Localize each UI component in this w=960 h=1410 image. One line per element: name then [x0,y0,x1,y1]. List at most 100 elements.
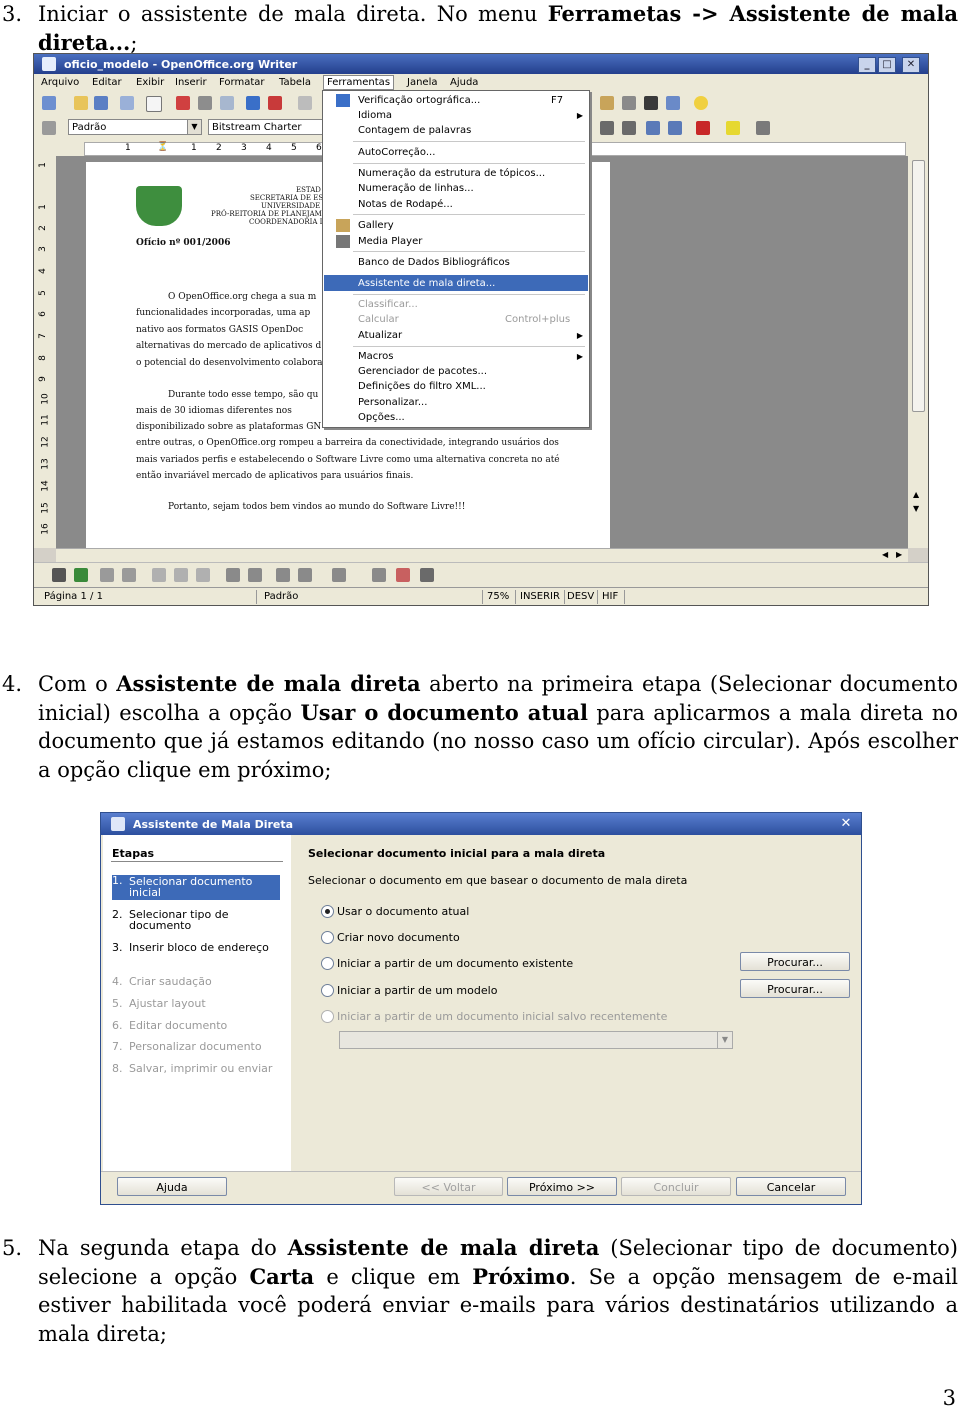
text-frame-icon[interactable] [174,568,188,582]
print-icon[interactable] [198,96,212,110]
grid-icon[interactable] [372,568,386,582]
menu-item-update[interactable]: Atualizar [358,330,402,341]
wizard-step-5[interactable]: 5. Ajustar layout [112,998,280,1009]
status-hyperlink-mode[interactable]: HIF [602,591,618,602]
styles-icon[interactable] [42,121,56,135]
radio-start-from-template[interactable] [321,984,334,997]
menu-ajuda[interactable]: Ajuda [450,77,478,88]
background-color-icon[interactable] [756,121,770,135]
radio-start-from-existing[interactable] [321,957,334,970]
maximize-icon[interactable]: □ [878,57,896,73]
minimize-icon[interactable]: _ [858,57,876,73]
wizard-step-7[interactable]: 7. Personalizar documento [112,1041,280,1052]
menu-item-line-numbering[interactable]: Numeração de linhas... [358,183,474,194]
scroll-thumb[interactable] [912,160,925,412]
menu-item-idioma[interactable]: Idioma [358,110,392,121]
pilcrow-icon[interactable] [644,96,658,110]
help-button[interactable]: Ajuda [117,1177,227,1196]
chevron-down-icon[interactable]: ▼ [717,1032,732,1048]
menu-formatar[interactable]: Formatar [219,77,264,88]
scroll-up-icon[interactable]: ▲ [913,490,919,499]
browse-template-button[interactable]: Procurar... [740,979,850,998]
radio-use-current-document[interactable] [321,905,334,918]
cut-icon[interactable] [298,96,312,110]
tab-stop-icon[interactable]: ⏳ [157,142,168,152]
browse-existing-button[interactable]: Procurar... [740,952,850,971]
decrease-indent-icon[interactable] [646,121,660,135]
fontwork-icon[interactable] [226,568,240,582]
preview-icon[interactable] [220,96,234,110]
ellipse-icon[interactable] [122,568,136,582]
bullets-icon[interactable] [622,121,636,135]
menu-item-footnotes[interactable]: Notas de Rodapé... [358,199,453,210]
menu-item-media-player[interactable]: Media Player [358,236,422,247]
menu-item-spellcheck[interactable]: Verificação ortográfica... [358,95,480,106]
menu-item-macros[interactable]: Macros [358,351,393,362]
menu-item-mail-merge-wizard[interactable]: Assistente de mala direta... [358,278,495,289]
radio-start-from-recent[interactable] [321,1010,334,1023]
autospell-icon[interactable] [268,96,282,110]
wrap-icon[interactable] [332,568,346,582]
recent-documents-combo[interactable]: ▼ [339,1031,733,1049]
rectangle-icon[interactable] [100,568,114,582]
gallery-icon[interactable] [600,96,614,110]
select-arrow-icon[interactable] [52,568,66,582]
pdf-icon[interactable] [176,96,190,110]
increase-indent-icon[interactable] [668,121,682,135]
wizard-step-1[interactable]: 1. Selecionar documento inicial [112,875,280,900]
font-name-combo[interactable]: Bitstream Charter [208,119,324,135]
option-label[interactable]: Iniciar a partir de um documento existen… [337,957,573,970]
close-icon[interactable]: ✕ [839,817,853,830]
datasource-icon[interactable] [622,96,636,110]
wizard-step-4[interactable]: 4. Criar saudação [112,976,280,987]
cancel-button[interactable]: Cancelar [736,1177,846,1196]
position-icon[interactable] [276,568,290,582]
menu-item-calculate[interactable]: Calcular [358,314,399,325]
scroll-down-icon[interactable]: ▼ [913,504,919,513]
wizard-step-3[interactable]: 3. Inserir bloco de endereço [112,942,280,953]
line-icon[interactable] [74,568,88,582]
menu-item-bibliography[interactable]: Banco de Dados Bibliográficos [358,257,510,268]
email-icon[interactable] [120,96,134,110]
back-button[interactable]: << Voltar [394,1177,503,1196]
edit-mode-icon[interactable] [146,96,162,112]
menu-editar[interactable]: Editar [92,77,122,88]
menu-item-options[interactable]: Opções... [358,412,405,423]
radio-create-new-document[interactable] [321,931,334,944]
menu-item-customize[interactable]: Personalizar... [358,397,427,408]
snap-icon[interactable] [396,568,410,582]
wizard-step-6[interactable]: 6. Editar documento [112,1020,280,1031]
scroll-left-icon[interactable]: ◀ [882,550,888,559]
zoom-icon[interactable] [666,96,680,110]
menu-item-word-count[interactable]: Contagem de palavras [358,125,471,136]
paragraph-style-combo[interactable]: Padrão ▼ [68,119,202,135]
scroll-right-icon[interactable]: ▶ [896,550,902,559]
help-icon[interactable] [694,96,708,110]
anchor-icon[interactable] [298,568,312,582]
close-icon[interactable]: ✕ [902,57,920,73]
guides-icon[interactable] [420,568,434,582]
menu-ferramentas[interactable]: Ferramentas [323,75,395,90]
option-label[interactable]: Iniciar a partir de um modelo [337,984,497,997]
menu-tabela[interactable]: Tabela [279,77,311,88]
vertical-scrollbar[interactable]: ▲ ▼ [908,140,928,548]
menu-item-autocorrect[interactable]: AutoCorreção... [358,147,435,158]
font-color-icon[interactable] [696,121,710,135]
menu-item-package-manager[interactable]: Gerenciador de pacotes... [358,366,487,377]
menu-exibir[interactable]: Exibir [136,77,164,88]
callout-icon[interactable] [196,568,210,582]
numbering-icon[interactable] [600,121,614,135]
status-insert-mode[interactable]: INSERIR [520,591,560,602]
option-label[interactable]: Criar novo documento [337,931,460,944]
new-icon[interactable] [42,96,56,110]
chevron-down-icon[interactable]: ▼ [187,120,201,134]
wizard-step-8[interactable]: 8. Salvar, imprimir ou enviar [112,1063,280,1074]
wizard-step-2[interactable]: 2. Selecionar tipo de documento [112,909,280,931]
status-zoom[interactable]: 75% [487,591,509,602]
status-selection-mode[interactable]: DESV [567,591,594,602]
highlight-icon[interactable] [726,121,740,135]
menu-item-outline-numbering[interactable]: Numeração da estrutura de tópicos... [358,168,545,179]
menu-inserir[interactable]: Inserir [175,77,207,88]
save-icon[interactable] [94,96,108,110]
spellcheck-icon[interactable] [246,96,260,110]
